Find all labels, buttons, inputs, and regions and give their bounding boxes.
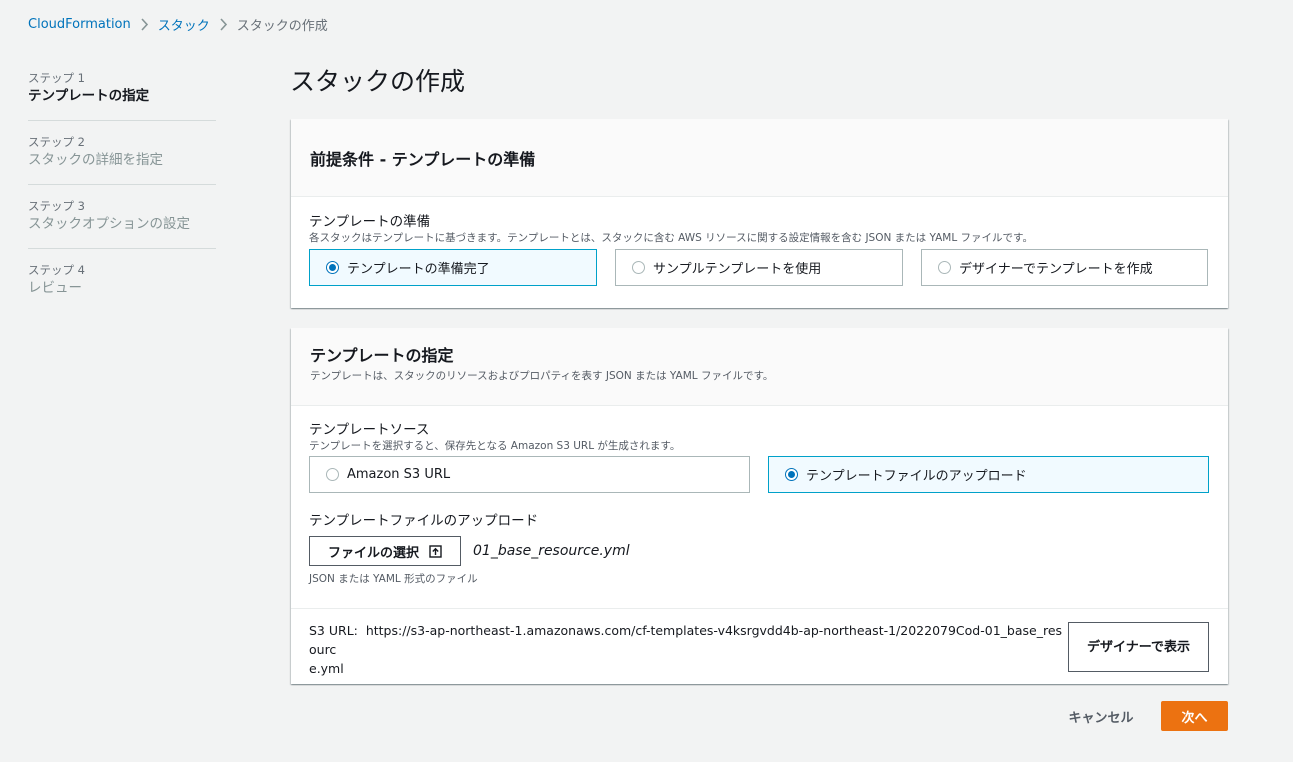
option-sample-template[interactable]: サンプルテンプレートを使用	[615, 249, 903, 286]
step-label: スタックの詳細を指定	[28, 152, 163, 168]
option-label: Amazon S3 URL	[347, 467, 451, 482]
breadcrumb-cloudformation[interactable]: CloudFormation	[28, 17, 131, 32]
step-number: ステップ 4	[28, 263, 85, 277]
radio-unselected-icon	[326, 468, 339, 481]
panel-header: テンプレートの指定 テンプレートは、スタックのリソースおよびプロパティを表す J…	[291, 328, 1228, 406]
option-label: サンプルテンプレートを使用	[653, 262, 822, 277]
file-upload-row: ファイルの選択 01_base_resource.yml	[309, 536, 1209, 566]
breadcrumb-create-stack: スタックの作成	[236, 18, 328, 34]
field-description: 各スタックはテンプレートに基づきます。テンプレートとは、スタックに含む AWS …	[309, 232, 1033, 244]
s3-url-text: S3 URL: https://s3-ap-northeast-1.amazon…	[309, 621, 1069, 678]
radio-selected-icon	[785, 468, 798, 481]
choose-file-button[interactable]: ファイルの選択	[309, 536, 461, 566]
step-label: テンプレートの指定	[28, 88, 150, 104]
button-label: デザイナーで表示	[1087, 639, 1190, 654]
view-in-designer-button[interactable]: デザイナーで表示	[1068, 622, 1209, 672]
panel-body: テンプレートソース テンプレートを選択すると、保存先となる Amazon S3 …	[291, 406, 1228, 608]
option-label: テンプレートファイルのアップロード	[806, 469, 1027, 484]
breadcrumb: CloudFormation スタック スタックの作成	[28, 15, 328, 34]
selected-file-name: 01_base_resource.yml	[473, 543, 630, 559]
chevron-right-icon	[140, 17, 149, 31]
file-hint: JSON または YAML 形式のファイル	[309, 573, 478, 585]
step-number: ステップ 2	[28, 135, 85, 149]
field-label: テンプレートファイルのアップロード	[309, 513, 539, 529]
field-label: テンプレートの準備	[309, 214, 431, 230]
page-title: スタックの作成	[290, 67, 466, 96]
step-1: ステップ 1 テンプレートの指定	[28, 70, 216, 121]
breadcrumb-stacks[interactable]: スタック	[158, 15, 210, 34]
prepare-template-options: テンプレートの準備完了 サンプルテンプレートを使用 デザイナーでテンプレートを作…	[309, 249, 1209, 286]
step-3: ステップ 3 スタックオプションの設定	[28, 198, 216, 249]
s3-url-label: S3 URL:	[309, 623, 358, 638]
step-label: レビュー	[28, 280, 82, 296]
option-designer[interactable]: デザイナーでテンプレートを作成	[921, 249, 1208, 286]
upload-icon	[429, 544, 442, 558]
field-label: テンプレートソース	[309, 422, 430, 438]
wizard-steps: ステップ 1 テンプレートの指定 ステップ 2 スタックの詳細を指定 ステップ …	[28, 70, 216, 325]
option-template-ready[interactable]: テンプレートの準備完了	[309, 249, 597, 286]
panel-header: 前提条件 - テンプレートの準備	[291, 119, 1228, 197]
s3-url-section: S3 URL: https://s3-ap-northeast-1.amazon…	[291, 608, 1228, 684]
next-button[interactable]: 次へ	[1161, 701, 1228, 731]
s3-url-value-continued: e.yml	[309, 661, 344, 676]
option-amazon-s3-url[interactable]: Amazon S3 URL	[309, 456, 750, 493]
panel-body: テンプレートの準備 各スタックはテンプレートに基づきます。テンプレートとは、スタ…	[291, 197, 1228, 286]
s3-url-line: S3 URL: https://s3-ap-northeast-1.amazon…	[309, 621, 1069, 659]
field-description: テンプレートを選択すると、保存先となる Amazon S3 URL が生成されま…	[309, 440, 681, 452]
radio-selected-icon	[326, 261, 339, 274]
option-label: デザイナーでテンプレートを作成	[959, 262, 1153, 277]
step-number: ステップ 1	[28, 71, 85, 85]
panel-description: テンプレートは、スタックのリソースおよびプロパティを表す JSON または YA…	[310, 370, 774, 382]
option-upload-template-file[interactable]: テンプレートファイルのアップロード	[768, 456, 1209, 493]
panel-title: 前提条件 - テンプレートの準備	[310, 149, 536, 169]
template-source-options: Amazon S3 URL テンプレートファイルのアップロード	[309, 456, 1209, 493]
button-label: ファイルの選択	[327, 544, 419, 560]
specify-template-panel: テンプレートの指定 テンプレートは、スタックのリソースおよびプロパティを表す J…	[291, 328, 1228, 684]
chevron-right-icon	[219, 17, 228, 31]
radio-unselected-icon	[938, 261, 951, 274]
step-4: ステップ 4 レビュー	[28, 262, 216, 312]
panel-title: テンプレートの指定	[310, 346, 454, 365]
option-label: テンプレートの準備完了	[347, 262, 490, 277]
s3-url-value: https://s3-ap-northeast-1.amazonaws.com/…	[309, 623, 1063, 657]
radio-unselected-icon	[632, 261, 645, 274]
step-2: ステップ 2 スタックの詳細を指定	[28, 134, 216, 185]
cancel-button[interactable]: キャンセル	[1060, 701, 1142, 731]
step-number: ステップ 3	[28, 199, 85, 213]
prerequisite-panel: 前提条件 - テンプレートの準備 テンプレートの準備 各スタックはテンプレートに…	[291, 119, 1228, 308]
step-label: スタックオプションの設定	[28, 216, 190, 232]
